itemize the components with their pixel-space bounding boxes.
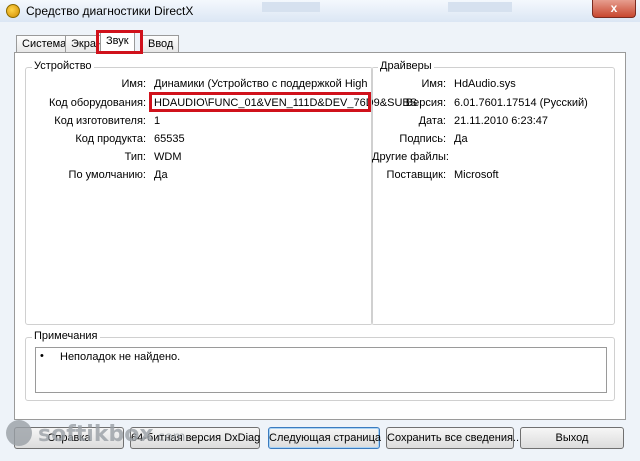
product-id-label: Код продукта: [75, 133, 146, 145]
type-label: Тип: [124, 151, 146, 163]
driver-version-value: 6.01.7601.17514 (Русский) [454, 97, 588, 109]
product-id-value: 65535 [154, 133, 185, 145]
driver-name-label: Имя: [421, 78, 446, 90]
manufacturer-id-label: Код изготовителя: [54, 115, 146, 127]
provider-value: Microsoft [454, 169, 499, 181]
driver-signed-value: Да [454, 133, 468, 145]
other-files-label: Другие файлы: [372, 151, 449, 163]
sound-tab-highlight [96, 30, 143, 54]
device-name-value: Динамики (Устройство с поддержкой High [154, 78, 368, 90]
device-group: Устройство Имя: Динамики (Устройство с п… [25, 60, 417, 325]
next-page-button[interactable]: Следующая страница [268, 427, 381, 449]
window-title: Средство диагностики DirectX [26, 4, 194, 18]
device-name-label: Имя: [121, 78, 146, 90]
watermark-logo-icon [6, 420, 32, 446]
dxdiag-window: Средство диагностики DirectX x Система Э… [0, 0, 640, 461]
hardware-id-label: Код оборудования: [48, 97, 146, 109]
other-files-value [454, 149, 612, 165]
driver-date-label: Дата: [418, 115, 446, 127]
titlebar-blur-area [262, 2, 320, 12]
driver-signed-label: Подпись: [399, 133, 446, 145]
watermark-text: softikbox.com [38, 422, 186, 447]
directx-app-icon [6, 4, 20, 18]
type-value: WDM [154, 151, 182, 163]
tab-system[interactable]: Система [16, 35, 73, 53]
driver-date-value: 21.11.2010 6:23:47 [454, 115, 548, 127]
notes-textbox[interactable]: • Неполадок не найдено. [35, 347, 607, 393]
hardware-id-highlight [149, 92, 371, 112]
sound-tab-panel: Устройство Имя: Динамики (Устройство с п… [14, 52, 626, 420]
softikbox-watermark: softikbox.com [2, 414, 185, 454]
provider-label: Поставщик: [386, 169, 446, 181]
exit-button[interactable]: Выход [520, 427, 624, 449]
device-group-title: Устройство [32, 60, 94, 72]
notes-group-title: Примечания [32, 330, 100, 342]
titlebar-blur-area [448, 2, 512, 12]
note-item: Неполадок не найдено. [60, 351, 181, 363]
title-bar: Средство диагностики DirectX x [0, 0, 640, 22]
note-bullet: • [40, 350, 44, 362]
close-icon: x [610, 1, 618, 15]
driver-version-label: Версия: [405, 97, 446, 109]
default-value: Да [154, 169, 168, 181]
tab-input[interactable]: Ввод [142, 35, 180, 53]
save-all-info-button[interactable]: Сохранить все сведения... [386, 427, 522, 449]
drivers-group-title: Драйверы [378, 60, 434, 72]
manufacturer-id-value: 1 [154, 115, 161, 127]
drivers-group: Драйверы Имя: HdAudio.sys Версия: 6.01.7… [371, 60, 615, 325]
default-label: По умолчанию: [68, 169, 146, 181]
driver-name-value: HdAudio.sys [454, 78, 516, 90]
close-button[interactable]: x [592, 0, 636, 18]
